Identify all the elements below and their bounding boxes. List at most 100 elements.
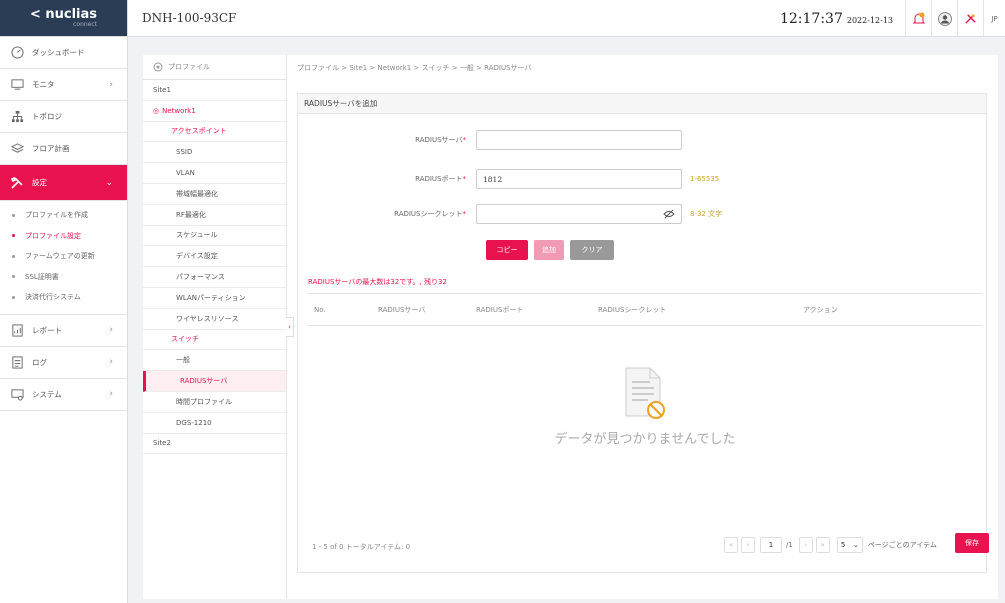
nav-label: トポロジ xyxy=(32,112,62,121)
radius-server-label: RADIUSサーバ* xyxy=(415,136,466,144)
tree-label: パフォーマンス xyxy=(176,273,225,282)
save-button[interactable]: 保存 xyxy=(955,533,989,553)
tree-label: 帯域幅最適化 xyxy=(176,189,218,198)
radius-secret-row: RADIUSシークレット* 8-32 文字 xyxy=(298,204,722,224)
chevron-right-icon: › xyxy=(109,389,113,399)
tree-item-network1[interactable]: ◎ Network1 xyxy=(143,101,286,122)
pagination-summary: 1 - 5 of 0 トータルアイテム: 0 xyxy=(312,543,411,551)
empty-message: データが見つかりませんでした xyxy=(554,432,736,447)
nav-report[interactable]: レポート › xyxy=(0,315,127,347)
language-label: JP xyxy=(991,14,998,23)
tree-label: スケジュール xyxy=(176,231,218,240)
per-page-select[interactable]: 5 ⌄ xyxy=(836,537,863,553)
tree-item-performance[interactable]: パフォーマンス xyxy=(143,267,286,288)
per-page-value: 5 xyxy=(840,541,846,549)
tree-item-general[interactable]: 一般 xyxy=(143,350,286,372)
prev-page-button[interactable]: ‹ xyxy=(741,537,755,553)
bullet-icon xyxy=(12,254,15,258)
clear-button[interactable]: クリア xyxy=(570,240,614,260)
radius-port-label: RADIUSポート* xyxy=(415,175,466,183)
submenu-payment-gateway[interactable]: 決済代行システム xyxy=(0,287,127,308)
clock-date: 2022-12-13 xyxy=(846,15,893,25)
tree-item-device-settings[interactable]: デバイス設定 xyxy=(143,246,286,268)
nav-settings[interactable]: 設定 ⌄ xyxy=(0,165,127,201)
page-total: /1 xyxy=(786,541,793,549)
no-data-icon xyxy=(625,367,665,419)
tree-item-switch[interactable]: スイッチ xyxy=(143,330,286,351)
language-selector[interactable]: JP xyxy=(983,0,1005,37)
col-radius-secret: RADIUSシークレット xyxy=(598,305,667,314)
report-icon xyxy=(10,323,24,337)
nav-label: フロア計画 xyxy=(32,144,70,153)
tree-item-access-point[interactable]: アクセスポイント xyxy=(143,122,286,143)
tree-item-dgs-1210[interactable]: DGS-1210 xyxy=(143,413,286,434)
submenu-label: プロファイル設定 xyxy=(25,231,81,240)
radius-port-input[interactable]: 1812 xyxy=(476,169,682,189)
tree-item-radius-server[interactable]: RADIUSサーバ xyxy=(143,371,286,392)
tree-item-wireless-resource[interactable]: ワイヤレスリソース xyxy=(143,309,286,330)
bullet-icon xyxy=(12,295,15,299)
submenu-ssl-certificate[interactable]: SSL証明書 xyxy=(0,267,127,288)
nav-dashboard[interactable]: ダッシュボード xyxy=(0,37,127,69)
tree-item-site2[interactable]: Site2 xyxy=(143,434,286,455)
tree-item-rf[interactable]: RF最適化 xyxy=(143,205,286,226)
nav-label: モニタ xyxy=(32,80,55,89)
tree-header-label: プロファイル xyxy=(168,63,210,71)
submenu-firmware-update[interactable]: ファームウェアの更新 xyxy=(0,246,127,267)
tree-item-bandwidth[interactable]: 帯域幅最適化 xyxy=(143,184,286,205)
notification-button[interactable] xyxy=(905,0,931,37)
nav-label: システム xyxy=(32,389,62,399)
tree-label: 一般 xyxy=(176,356,190,365)
breadcrumb: プロファイル > Site1 > Network1 > スイッチ > 一般 > … xyxy=(297,63,532,72)
user-avatar-icon xyxy=(937,11,952,26)
profile-tree: プロファイル Site1 ◎ Network1 アクセスポイント SSID VLA… xyxy=(143,55,287,599)
tree-label: 時間プロファイル xyxy=(176,397,232,406)
last-page-button[interactable]: » xyxy=(815,537,830,553)
first-page-button[interactable]: « xyxy=(724,537,738,553)
system-icon xyxy=(10,387,24,401)
tree-item-ssid[interactable]: SSID xyxy=(143,142,286,164)
tree-item-site1[interactable]: Site1 xyxy=(143,80,286,101)
radius-secret-hint: 8-32 文字 xyxy=(690,210,723,218)
nav-floor-plan[interactable]: フロア計画 xyxy=(0,133,127,165)
settings-submenu: プロファイルを作成 プロファイル設定 ファームウェアの更新 SSL証明書 決済代… xyxy=(0,201,127,315)
tree-item-vlan[interactable]: VLAN xyxy=(143,163,286,184)
nav-monitor[interactable]: モニタ › xyxy=(0,69,127,101)
col-radius-port: RADIUSポート xyxy=(476,305,524,314)
tree-label: RADIUSサーバ xyxy=(180,377,228,386)
tree-label: WLANパーティション xyxy=(176,293,246,302)
next-page-button[interactable]: › xyxy=(798,537,813,553)
nav-label: レポート xyxy=(32,325,62,335)
tree-label: Site2 xyxy=(153,439,171,448)
radius-port-row: RADIUSポート* 1812 1-65535 xyxy=(298,169,719,189)
log-icon xyxy=(10,355,24,369)
sidebar: < nuclias connect ダッシュボード モニタ › トポロジ フロア… xyxy=(0,0,128,603)
copy-button[interactable]: コピー xyxy=(486,240,528,260)
radius-secret-input[interactable] xyxy=(476,204,682,224)
col-no: No. xyxy=(314,305,326,314)
radius-card: RADIUSサーバを追加 RADIUSサーバ* RADIUSポート* 1812 … xyxy=(297,93,987,573)
submenu-label: プロファイルを作成 xyxy=(25,211,88,220)
add-button[interactable]: 追加 xyxy=(534,240,564,260)
nav-system[interactable]: システム › xyxy=(0,379,127,411)
nav-log[interactable]: ログ › xyxy=(0,347,127,379)
tree-item-wlan-partition[interactable]: WLANパーティション xyxy=(143,288,286,309)
submenu-profile-settings[interactable]: プロファイル設定 xyxy=(0,226,127,247)
page-input[interactable]: 1 xyxy=(760,537,782,553)
nuclias-logo[interactable]: < nuclias connect xyxy=(0,0,127,37)
chevron-right-icon: › xyxy=(109,79,113,90)
radius-server-input[interactable] xyxy=(476,130,682,150)
collapse-tree-button[interactable]: ‹ xyxy=(286,317,294,337)
nav-label: ログ xyxy=(32,357,47,367)
eye-hidden-icon[interactable] xyxy=(663,209,675,219)
tree-item-time-profile[interactable]: 時間プロファイル xyxy=(143,392,286,413)
submenu-create-profile[interactable]: プロファイルを作成 xyxy=(0,205,127,226)
tree-item-schedule[interactable]: スケジュール xyxy=(143,226,286,247)
profile-icon xyxy=(153,62,163,72)
empty-state: データが見つかりませんでした xyxy=(308,326,982,506)
user-button[interactable] xyxy=(931,0,957,37)
tools-button[interactable] xyxy=(957,0,983,37)
nav-topology[interactable]: トポロジ xyxy=(0,101,127,133)
tree-label: DGS-1210 xyxy=(176,418,212,427)
bullet-icon xyxy=(12,213,15,217)
